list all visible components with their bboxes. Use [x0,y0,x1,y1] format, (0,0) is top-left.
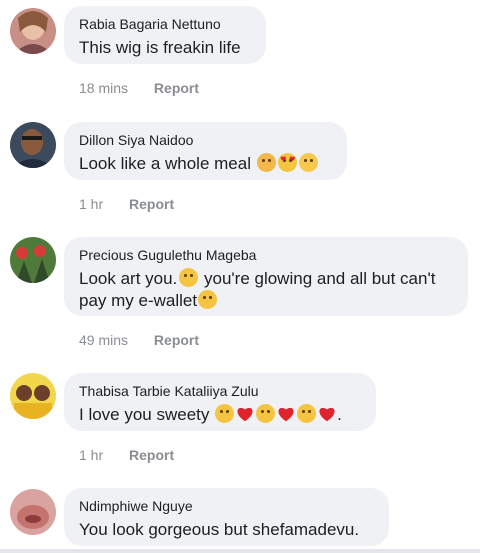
comment-bubble: Rabia Bagaria Nettuno This wig is freaki… [64,6,266,64]
comment-time[interactable]: 1 hr [79,447,103,463]
comment-text: This wig is freakin life [79,38,241,57]
report-button[interactable]: Report [129,447,174,463]
smiling-cat-with-hearts-icon [298,153,318,172]
comment-bubble: Dillon Siya Naidoo Look like a whole mea… [64,122,347,180]
pensive-face-icon [179,268,199,287]
comment-time[interactable]: 18 mins [79,80,128,96]
comment-author[interactable]: Dillon Siya Naidoo [79,132,331,149]
comment-text-line1b: you're glowing and all but can't [199,269,436,288]
red-heart-icon [237,407,253,422]
red-heart-icon [278,407,294,422]
bottom-edge [0,549,480,553]
avatar[interactable] [10,122,56,168]
crying-face-icon [256,153,276,172]
comment-text: Look like a whole meal [79,153,331,175]
comment-author[interactable]: Thabisa Tarbie Kataliiya Zulu [79,383,360,400]
comment-text: You look gorgeous but shefamadevu. [79,520,360,539]
comment-meta: 1 hr Report [79,447,174,463]
comment-author[interactable]: Ndimphiwe Nguye [79,498,373,515]
red-heart-icon [319,407,335,422]
comment-bubble: Thabisa Tarbie Kataliiya Zulu I love you… [64,373,376,431]
comment-author[interactable]: Precious Gugulethu Mageba [79,247,452,264]
report-button[interactable]: Report [154,332,199,348]
comment-bubble: Precious Gugulethu Mageba Look art you. … [64,237,468,316]
comment-meta: 49 mins Report [79,332,199,348]
pleading-face-icon [297,404,317,423]
comment-text-line1: Look art you. [79,269,178,288]
comment-text: Look art you. you're glowing and all but… [79,268,452,312]
comment-time[interactable]: 49 mins [79,332,128,348]
pleading-face-icon [256,404,276,423]
avatar[interactable] [10,237,56,283]
comment-bubble: Ndimphiwe Nguye You look gorgeous but sh… [64,488,389,546]
report-button[interactable]: Report [129,196,174,212]
pleading-face-icon [198,290,218,309]
comment-text-line2: pay my e-wallet [79,291,198,310]
comment-time[interactable]: 1 hr [79,196,103,212]
comment-author[interactable]: Rabia Bagaria Nettuno [79,16,250,33]
pleading-face-icon [215,404,235,423]
comment-text-body: Look like a whole meal [79,154,251,173]
comment-meta: 1 hr Report [79,196,174,212]
heart-eyes-face-icon [277,153,297,172]
avatar[interactable] [10,373,56,419]
comment-text-body: I love you sweety [79,405,210,424]
avatar[interactable] [10,8,56,54]
comment-text-end: . [337,405,342,424]
comment-text: I love you sweety . [79,404,360,426]
avatar[interactable] [10,489,56,535]
comment-meta: 18 mins Report [79,80,199,96]
report-button[interactable]: Report [154,80,199,96]
